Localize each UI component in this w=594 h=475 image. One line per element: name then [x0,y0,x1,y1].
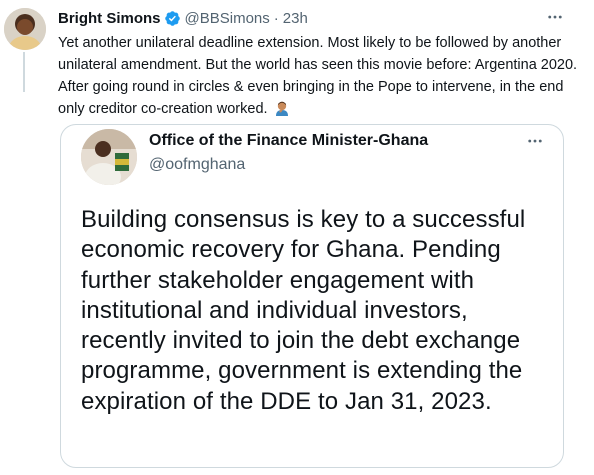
quoted-author-avatar[interactable] [81,129,137,185]
separator-dot: · [273,9,279,27]
tweet-timestamp[interactable]: 23h [283,10,308,27]
verified-badge-icon [164,10,181,27]
author-name[interactable]: Bright Simons [58,10,161,27]
person-facepalming-emoji [274,100,290,116]
quoted-author-handle[interactable]: @oofmghana [149,156,245,174]
author-avatar[interactable] [4,8,46,50]
quoted-tweet-text: Building consensus is key to a successfu… [81,206,526,415]
tweet-body: Yet another unilateral deadline extensio… [58,32,588,120]
quoted-tweet[interactable]: Office of the Finance Minister-Ghana @oo… [60,124,564,468]
tweet[interactable]: Bright Simons @BBSimons · 23h Yet anothe… [0,0,594,475]
quoted-more-options-icon[interactable] [523,132,547,150]
author-handle[interactable]: @BBSimons [185,10,270,27]
thread-line [23,52,25,92]
quoted-author-name[interactable]: Office of the Finance Minister-Ghana [149,132,428,150]
tweet-text: Yet another unilateral deadline extensio… [58,35,578,117]
more-options-icon[interactable] [543,8,567,26]
tweet-header: Bright Simons @BBSimons · 23h [58,8,308,28]
